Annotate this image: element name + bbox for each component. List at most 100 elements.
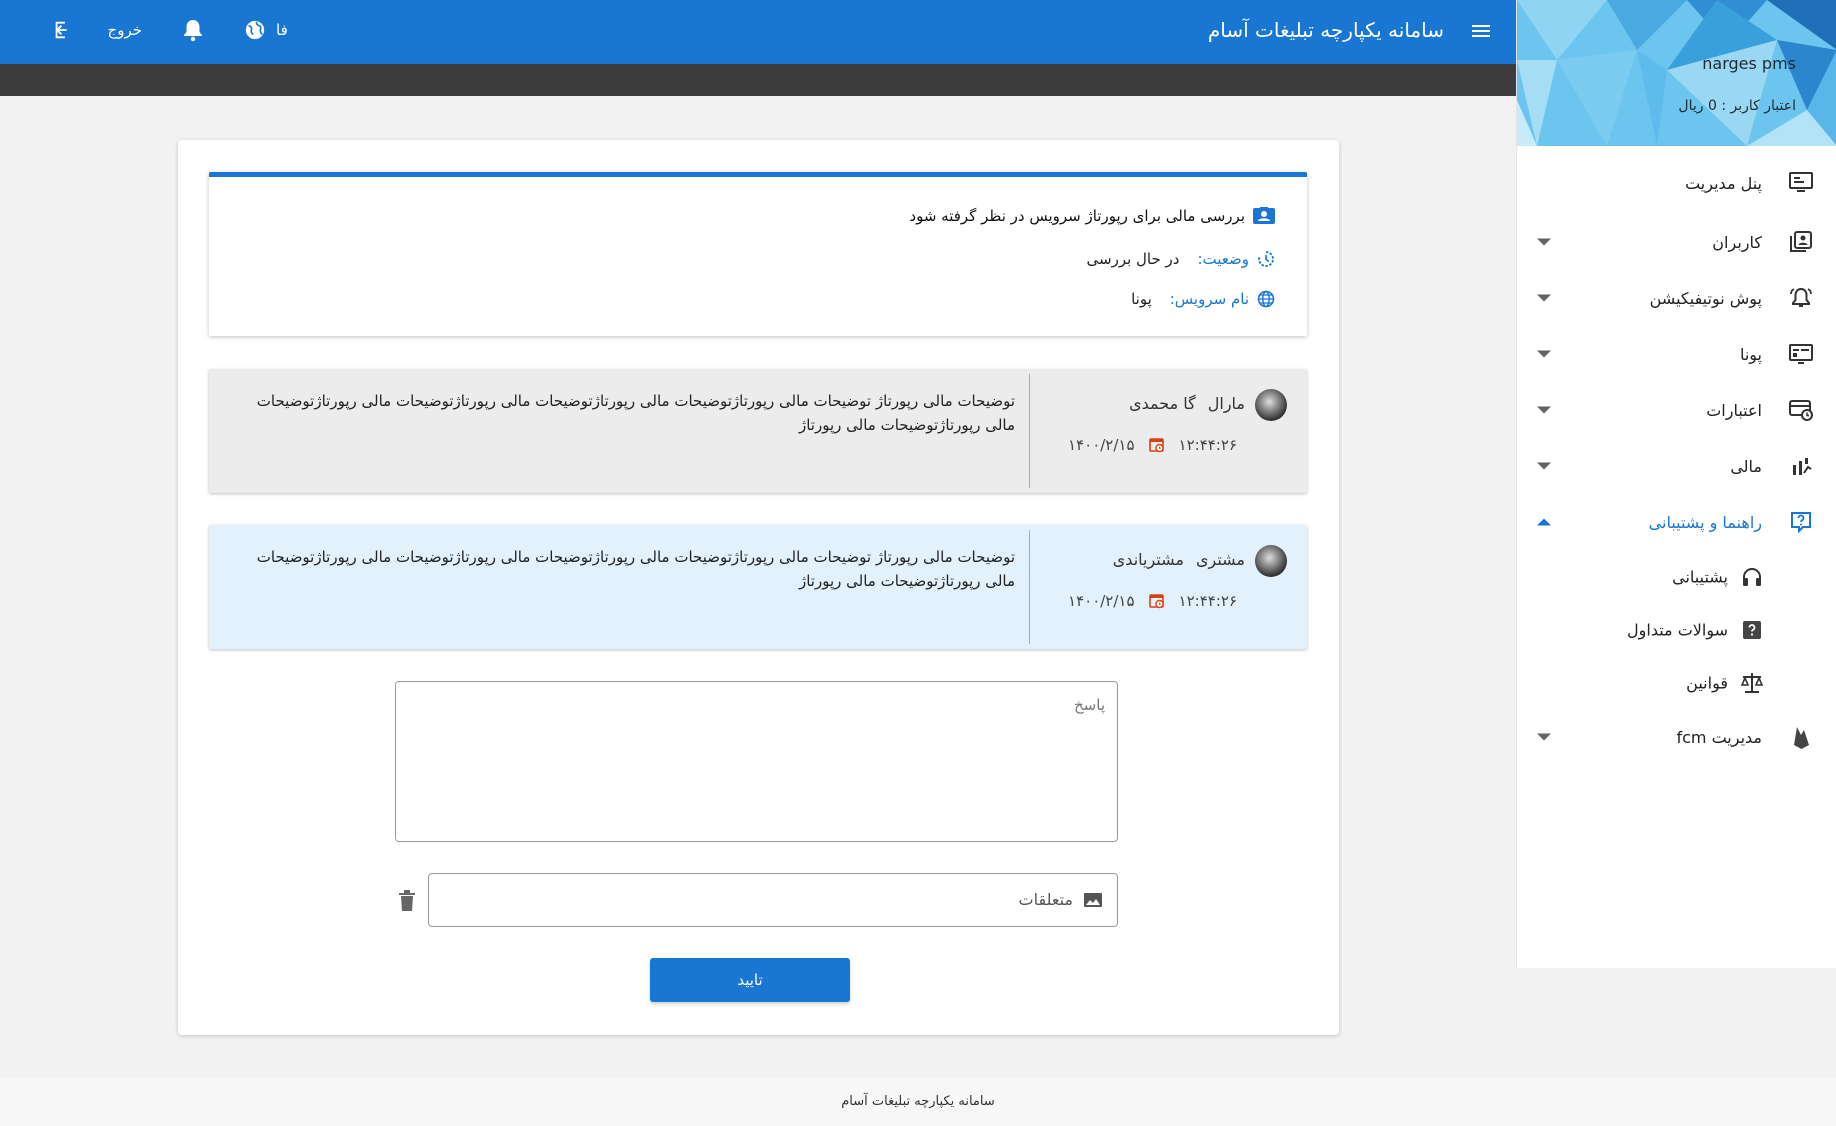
sender-name: مشتری [1195, 550, 1245, 569]
chevron-down-icon [1537, 238, 1551, 246]
chevron-down-icon [1537, 350, 1551, 358]
user-name: narges pms [1702, 54, 1796, 73]
reply-textarea[interactable] [395, 681, 1118, 842]
users-icon [1788, 229, 1814, 255]
app-title: سامانه یکپارچه تبلیغات آسام [1207, 18, 1444, 42]
language-button[interactable]: فا [244, 19, 288, 41]
notifications-button[interactable] [182, 18, 204, 42]
service-value: پونا [1131, 290, 1152, 308]
sidebar-item-label: پنل مدیریت [1685, 173, 1762, 193]
footer: سامانه یکپارچه تبلیغات آسام [0, 1078, 1836, 1126]
chevron-down-icon [1537, 294, 1551, 302]
sidebar-subitem-rules[interactable]: قوانین [1517, 656, 1836, 709]
contact-card-icon [1253, 207, 1275, 225]
sidebar-menu: پنل مدیریت کاربران پوش نوتیفیکیشن پونا ا… [1517, 146, 1836, 765]
chevron-down-icon [1537, 406, 1551, 414]
sidebar-subitem-label: قوانین [1686, 673, 1728, 692]
sender-name: مارال [1207, 394, 1245, 413]
avatar [1255, 389, 1287, 421]
sidebar: narges pms اعتبار کاربر : 0 ریال پنل مدی… [1516, 0, 1836, 968]
top-app-bar: سامانه یکپارچه تبلیغات آسام خروج فا [0, 0, 1516, 64]
bell-icon [182, 18, 204, 42]
ticket-title-row: بررسی مالی برای رپورتاژ سرویس در نظر گرف… [909, 207, 1275, 225]
headset-icon [1740, 565, 1764, 589]
avatar [1255, 545, 1287, 577]
chevron-down-icon [1537, 462, 1551, 470]
globe-icon [1257, 290, 1275, 308]
message-date: ۱۴۰۰/۲/۱۵ [1068, 436, 1135, 454]
message-body: توضیحات مالی رپورتاژ توضیحات مالی رپورتا… [256, 548, 1015, 590]
sidebar-profile-header: narges pms اعتبار کاربر : 0 ریال [1517, 0, 1836, 146]
message-date: ۱۴۰۰/۲/۱۵ [1068, 592, 1135, 610]
message-time: ۱۲:۴۴:۲۶ [1178, 592, 1237, 610]
credit-card-clock-icon [1788, 397, 1814, 423]
secondary-bar [0, 64, 1516, 96]
language-label: فا [276, 21, 288, 39]
sidebar-item-help-support[interactable]: راهنما و پشتیبانی [1517, 494, 1836, 550]
message-item: مارال گا محمدی ۱۲:۴۴:۲۶ ۱۴۰۰/۲/۱۵ توضیحا… [209, 369, 1307, 493]
message-meta: ۱۲:۴۴:۲۶ ۱۴۰۰/۲/۱۵ [1068, 436, 1237, 454]
calendar-clock-icon [1148, 437, 1165, 453]
calendar-clock-icon [1148, 593, 1165, 609]
footer-text: سامانه یکپارچه تبلیغات آسام [841, 1094, 995, 1109]
sidebar-item-users[interactable]: کاربران [1517, 214, 1836, 270]
sidebar-subitem-label: سوالات متداول [1627, 620, 1728, 639]
scale-icon [1740, 671, 1764, 695]
ticket-status-row: وضعیت: در حال بررسی [1087, 250, 1276, 268]
card-icon [1788, 341, 1814, 367]
ticket-service-row: نام سرویس: پونا [1131, 290, 1275, 308]
message-divider [1029, 530, 1030, 644]
menu-icon[interactable] [1470, 20, 1492, 42]
message-sender: مارال گا محمدی [1129, 394, 1245, 413]
message-body: توضیحات مالی رپورتاژ توضیحات مالی رپورتا… [256, 392, 1015, 434]
polygon-background-image [1517, 0, 1836, 146]
chevron-down-icon [1537, 733, 1551, 741]
firebase-icon [1788, 724, 1814, 750]
sidebar-item-push-notification[interactable]: پوش نوتیفیکیشن [1517, 270, 1836, 326]
topbar-actions: خروج فا [52, 18, 288, 42]
status-value: در حال بررسی [1086, 250, 1180, 268]
message-item: مشتری مشتریاندی ۱۲:۴۴:۲۶ ۱۴۰۰/۲/۱۵ توضیح… [209, 525, 1307, 649]
attachments-field[interactable]: متعلقات [428, 873, 1118, 927]
sidebar-item-credits[interactable]: اعتبارات [1517, 382, 1836, 438]
chart-icon [1788, 453, 1814, 479]
sidebar-item-label: کاربران [1712, 232, 1762, 252]
ticket-detail-card: بررسی مالی برای رپورتاژ سرویس در نظر گرف… [178, 140, 1339, 1035]
logout-icon [52, 19, 74, 41]
bell-ringing-icon [1788, 285, 1814, 311]
sidebar-subitem-faq[interactable]: سوالات متداول [1517, 603, 1836, 656]
sidebar-item-finance[interactable]: مالی [1517, 438, 1836, 494]
sidebar-item-dashboard[interactable]: پنل مدیریت [1517, 152, 1836, 214]
question-icon [1740, 618, 1764, 642]
logout-button[interactable]: خروج [52, 19, 142, 41]
sidebar-subitem-label: پشتیبانی [1672, 567, 1728, 586]
sidebar-item-label: مدیریت fcm [1676, 727, 1762, 747]
sidebar-item-fcm-management[interactable]: مدیریت fcm [1517, 709, 1836, 765]
service-key: نام سرویس: [1169, 290, 1249, 308]
ticket-info-panel: بررسی مالی برای رپورتاژ سرویس در نظر گرف… [209, 172, 1307, 336]
message-sender: مشتری مشتریاندی [1113, 550, 1245, 569]
image-icon [1083, 891, 1103, 909]
delete-icon[interactable] [398, 890, 416, 912]
status-key: وضعیت: [1197, 250, 1249, 268]
ticket-title: بررسی مالی برای رپورتاژ سرویس در نظر گرف… [909, 207, 1245, 225]
submit-button[interactable]: تایید [650, 958, 850, 1002]
sidebar-item-label: مالی [1730, 456, 1762, 476]
chevron-up-icon [1537, 518, 1551, 526]
sidebar-subitem-support[interactable]: پشتیبانی [1517, 550, 1836, 603]
sender-family: مشتریاندی [1112, 550, 1184, 569]
dashboard-icon [1788, 170, 1814, 196]
sidebar-item-label: پونا [1739, 344, 1762, 364]
logout-label: خروج [107, 21, 142, 39]
attachments-label: متعلقات [1018, 890, 1073, 909]
message-meta: ۱۲:۴۴:۲۶ ۱۴۰۰/۲/۱۵ [1068, 592, 1237, 610]
message-divider [1029, 374, 1030, 488]
user-credit: اعتبار کاربر : 0 ریال [1678, 98, 1796, 114]
help-icon [1788, 509, 1814, 535]
sidebar-item-pona[interactable]: پونا [1517, 326, 1836, 382]
sender-family: گا محمدی [1129, 394, 1196, 413]
sidebar-item-label: راهنما و پشتیبانی [1648, 512, 1762, 532]
sidebar-item-label: پوش نوتیفیکیشن [1649, 288, 1762, 308]
globe-icon [244, 19, 266, 41]
history-icon [1257, 250, 1275, 268]
